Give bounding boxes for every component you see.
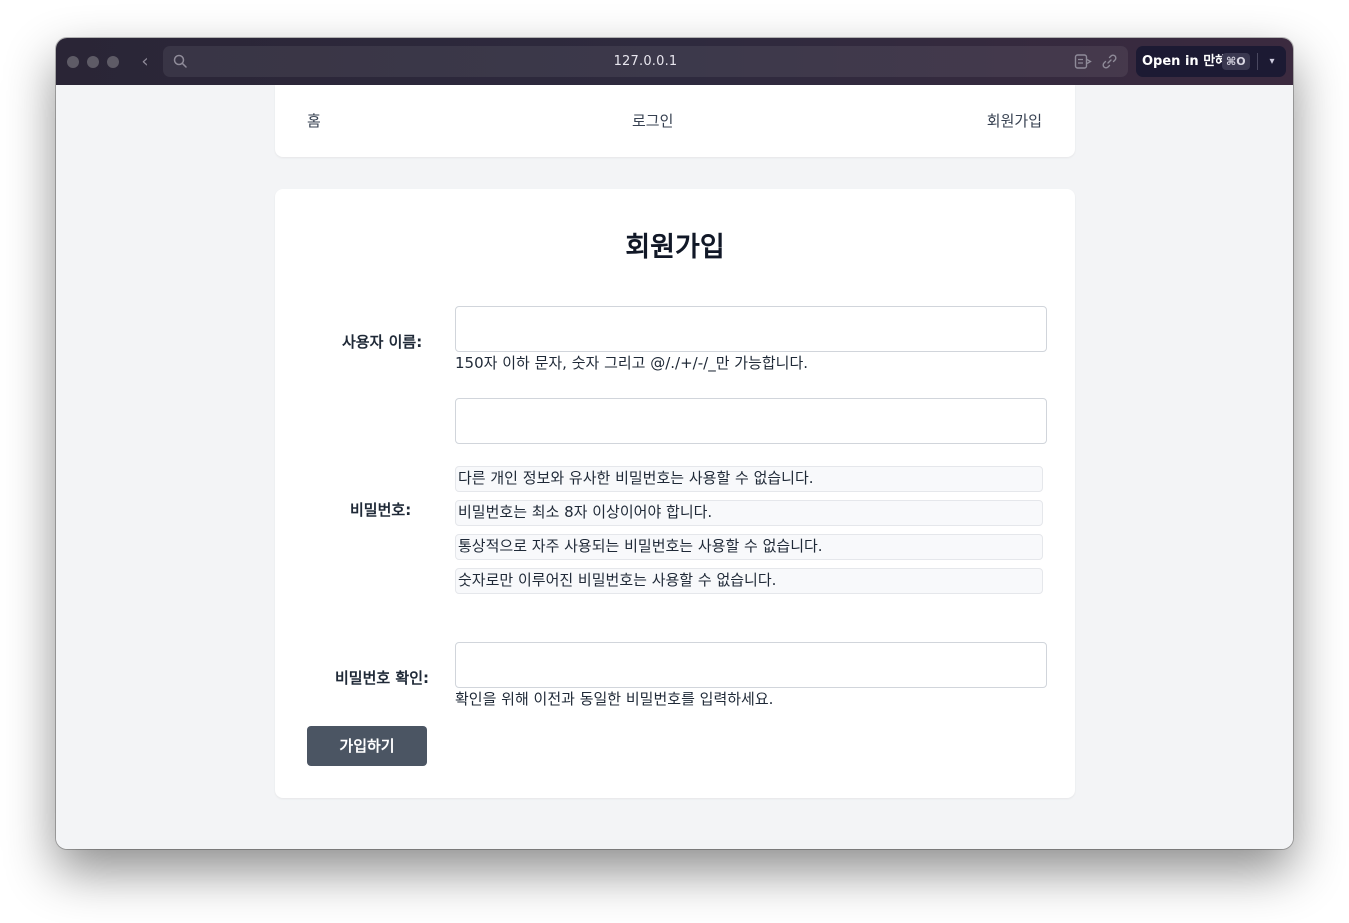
- nav-link-signup[interactable]: 회원가입: [987, 110, 1042, 131]
- chevron-down-icon[interactable]: ▾: [1264, 46, 1280, 77]
- browser-window: ‹ 127.0.0.1 Open in 만혜 ⌘O ▾ 홈 로그인 회원가입 회…: [56, 38, 1293, 849]
- page-content: 홈 로그인 회원가입 회원가입 사용자 이름: 150자 이하 문자, 숫자 그…: [56, 85, 1293, 849]
- open-in-label: Open in 만혜: [1142, 54, 1228, 69]
- open-in-divider: [1257, 53, 1258, 70]
- signup-submit-button[interactable]: 가입하기: [307, 726, 427, 766]
- password-rule: 숫자로만 이루어진 비밀번호는 사용할 수 없습니다.: [455, 568, 1043, 594]
- reader-mode-icon[interactable]: [1074, 53, 1092, 70]
- nav-link-login[interactable]: 로그인: [632, 110, 673, 131]
- url-text: 127.0.0.1: [613, 54, 678, 69]
- password-rule: 통상적으로 자주 사용되는 비밀번호는 사용할 수 없습니다.: [455, 534, 1043, 560]
- password-confirm-input[interactable]: [455, 642, 1047, 688]
- password-confirm-label: 비밀번호 확인:: [335, 669, 430, 687]
- close-window-button[interactable]: [67, 56, 79, 68]
- username-input[interactable]: [455, 306, 1047, 352]
- password-rule: 다른 개인 정보와 유사한 비밀번호는 사용할 수 없습니다.: [455, 466, 1043, 492]
- password-label: 비밀번호:: [350, 501, 412, 519]
- zoom-window-button[interactable]: [107, 56, 119, 68]
- top-navigation: 홈 로그인 회원가입: [275, 85, 1075, 157]
- username-label: 사용자 이름:: [342, 333, 423, 351]
- open-in-button[interactable]: Open in 만혜 ⌘O ▾: [1136, 46, 1286, 77]
- minimize-window-button[interactable]: [87, 56, 99, 68]
- nav-link-home[interactable]: 홈: [307, 110, 321, 131]
- browser-titlebar: ‹ 127.0.0.1 Open in 만혜 ⌘O ▾: [56, 38, 1293, 85]
- back-chevron-icon[interactable]: ‹: [136, 51, 154, 73]
- username-help-text: 150자 이하 문자, 숫자 그리고 @/./+/-/_만 가능합니다.: [455, 354, 809, 372]
- open-in-shortcut: ⌘O: [1222, 53, 1250, 70]
- password-input[interactable]: [455, 398, 1047, 444]
- signup-form-card: 회원가입 사용자 이름: 150자 이하 문자, 숫자 그리고 @/./+/-/…: [275, 189, 1075, 798]
- page-title: 회원가입: [625, 232, 725, 263]
- address-bar[interactable]: 127.0.0.1: [163, 46, 1128, 77]
- password-confirm-help-text: 확인을 위해 이전과 동일한 비밀번호를 입력하세요.: [455, 690, 774, 708]
- password-rule: 비밀번호는 최소 8자 이상이어야 합니다.: [455, 500, 1043, 526]
- link-icon[interactable]: [1101, 53, 1118, 70]
